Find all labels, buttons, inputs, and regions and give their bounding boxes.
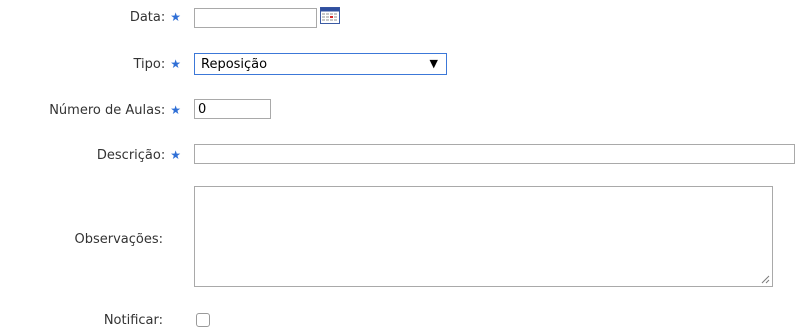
descricao-input[interactable] [194,144,795,164]
notificar-checkbox[interactable] [196,313,210,327]
tipo-selected-value: Reposição [201,57,268,72]
tipo-select[interactable]: Reposição ▼ [194,53,447,75]
numero-aulas-label: Número de Aulas: ★ [49,102,181,119]
required-star-icon: ★ [170,148,181,162]
data-input[interactable] [194,8,317,28]
notificar-label-text: Notificar: [103,313,163,328]
required-star-icon: ★ [170,10,181,24]
required-star-icon: ★ [170,57,181,71]
tipo-label: Tipo: ★ [133,56,181,73]
resize-grip-icon[interactable] [760,274,770,284]
data-label: Data: ★ [130,9,181,26]
descricao-label-text: Descrição: [96,148,166,163]
observacoes-textarea[interactable] [194,186,773,287]
observacoes-label: Observações: [74,232,163,248]
numero-aulas-input[interactable] [194,99,271,119]
required-star-icon: ★ [170,103,181,117]
dropdown-arrow-icon: ▼ [429,57,438,70]
notificar-label: Notificar: [104,313,163,329]
observacoes-label-text: Observações: [74,232,163,247]
tipo-label-text: Tipo: [133,57,166,72]
numero-aulas-label-text: Número de Aulas: [49,103,166,118]
calendar-icon[interactable] [320,7,340,24]
descricao-label: Descrição: ★ [97,147,181,164]
data-label-text: Data: [129,10,166,25]
